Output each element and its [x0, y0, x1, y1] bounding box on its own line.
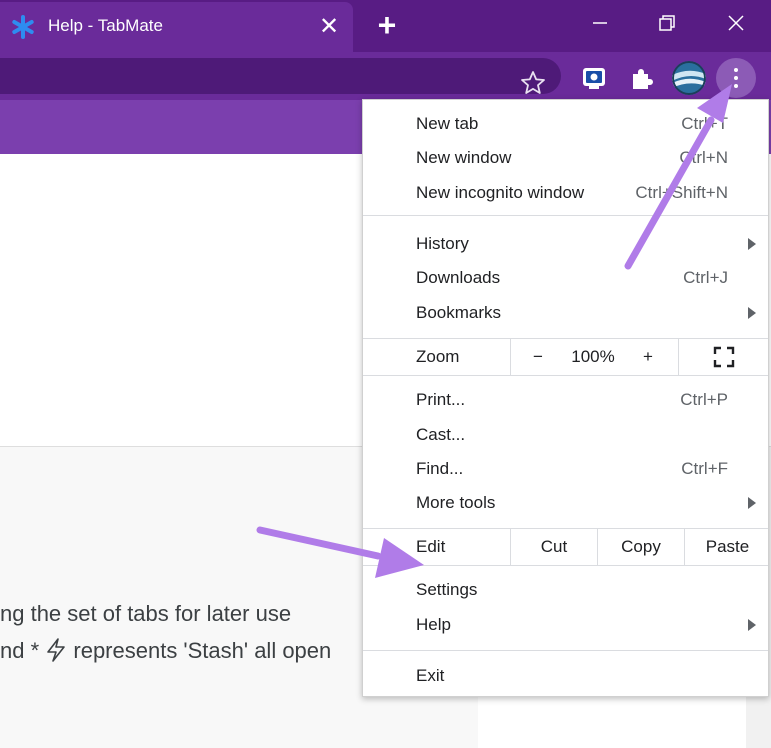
menu-item-label: New window — [416, 148, 512, 167]
menu-item-new-incognito[interactable]: New incognito window Ctrl+Shift+N — [363, 176, 768, 210]
menu-item-label: History — [416, 234, 469, 253]
bolt-icon — [47, 638, 66, 662]
zoom-out-button[interactable]: − — [523, 347, 553, 367]
menu-item-label: Find... — [416, 459, 464, 478]
menu-item-shortcut: Ctrl+P — [680, 390, 728, 409]
chrome-menu: New tab Ctrl+T New window Ctrl+N New inc… — [362, 99, 769, 697]
menu-item-new-tab[interactable]: New tab Ctrl+T — [363, 107, 768, 141]
menu-item-exit[interactable]: Exit — [363, 659, 768, 693]
menu-item-label: New tab — [416, 114, 479, 133]
help-text-line: ng the set of tabs for later use — [0, 601, 292, 626]
menu-item-label: Help — [416, 615, 451, 634]
menu-separator — [363, 650, 768, 651]
menu-item-settings[interactable]: Settings — [363, 573, 768, 607]
menu-item-new-window[interactable]: New window Ctrl+N — [363, 141, 768, 175]
browser-tab[interactable]: Help - TabMate ✕ — [0, 2, 353, 52]
restore-icon[interactable] — [647, 6, 687, 40]
menu-item-label: Bookmarks — [416, 303, 502, 322]
menu-item-downloads[interactable]: Downloads Ctrl+J — [363, 261, 768, 295]
help-text-fragment: represents 'Stash' all open — [67, 638, 332, 663]
plus-icon[interactable]: + — [370, 9, 404, 43]
menu-zoom-row: Zoom − 100% + — [363, 339, 768, 375]
puzzle-icon[interactable] — [627, 64, 655, 92]
minimize-icon[interactable] — [580, 6, 620, 40]
menu-separator — [363, 375, 768, 376]
menu-item-label: Exit — [416, 666, 445, 685]
help-text-line: nd * represents 'Stash' all open — [0, 638, 331, 664]
menu-edit-row: Edit Cut Copy Paste — [363, 529, 768, 565]
browser-toolbar — [0, 52, 771, 100]
paste-button[interactable]: Paste — [685, 537, 768, 557]
submenu-arrow-icon — [748, 619, 756, 631]
zoom-level: 100% — [571, 347, 615, 366]
help-text-fragment: nd * — [0, 638, 46, 663]
menu-item-label: Settings — [416, 580, 478, 599]
menu-item-shortcut: Ctrl+Shift+N — [635, 183, 728, 202]
kebab-icon[interactable] — [716, 58, 756, 98]
copy-button[interactable]: Copy — [598, 537, 684, 557]
menu-item-label: Downloads — [416, 268, 501, 287]
submenu-arrow-icon — [748, 497, 756, 509]
avatar[interactable] — [672, 61, 706, 95]
asterisk-icon — [12, 15, 34, 39]
menu-item-print[interactable]: Print... Ctrl+P — [363, 383, 768, 417]
zoom-in-button[interactable]: + — [633, 347, 663, 367]
menu-item-history[interactable]: History — [363, 227, 768, 261]
menu-item-help[interactable]: Help — [363, 608, 768, 642]
avatar-image-icon — [672, 61, 706, 95]
close-icon[interactable]: ✕ — [314, 12, 344, 42]
menu-item-cast[interactable]: Cast... — [363, 418, 768, 452]
menu-item-find[interactable]: Find... Ctrl+F — [363, 452, 768, 486]
menu-item-shortcut: Ctrl+T — [681, 114, 728, 133]
menu-item-label: Cast... — [416, 425, 466, 444]
menu-item-shortcut: Ctrl+N — [679, 148, 728, 167]
fullscreen-icon[interactable] — [713, 346, 735, 368]
address-bar[interactable] — [0, 58, 561, 94]
menu-cell-separator — [678, 339, 679, 375]
menu-item-more-tools[interactable]: More tools — [363, 486, 768, 520]
menu-item-label: New incognito window — [416, 183, 585, 202]
menu-item-shortcut: Ctrl+J — [683, 268, 728, 287]
zoom-label: Zoom — [416, 347, 460, 366]
extension-icon[interactable] — [580, 64, 608, 92]
menu-item-label: Print... — [416, 390, 466, 409]
title-bar: Help - TabMate ✕ + — [0, 0, 771, 52]
menu-item-bookmarks[interactable]: Bookmarks — [363, 296, 768, 330]
window-close-icon[interactable] — [716, 6, 756, 40]
cut-button[interactable]: Cut — [511, 537, 597, 557]
menu-cell-separator — [510, 339, 511, 375]
menu-item-shortcut: Ctrl+F — [681, 459, 728, 478]
menu-separator — [363, 215, 768, 216]
menu-item-label: More tools — [416, 493, 496, 512]
star-icon[interactable] — [520, 70, 546, 96]
tab-title: Help - TabMate — [48, 16, 163, 35]
submenu-arrow-icon — [748, 238, 756, 250]
menu-separator — [363, 565, 768, 566]
edit-label: Edit — [416, 537, 446, 556]
submenu-arrow-icon — [748, 307, 756, 319]
